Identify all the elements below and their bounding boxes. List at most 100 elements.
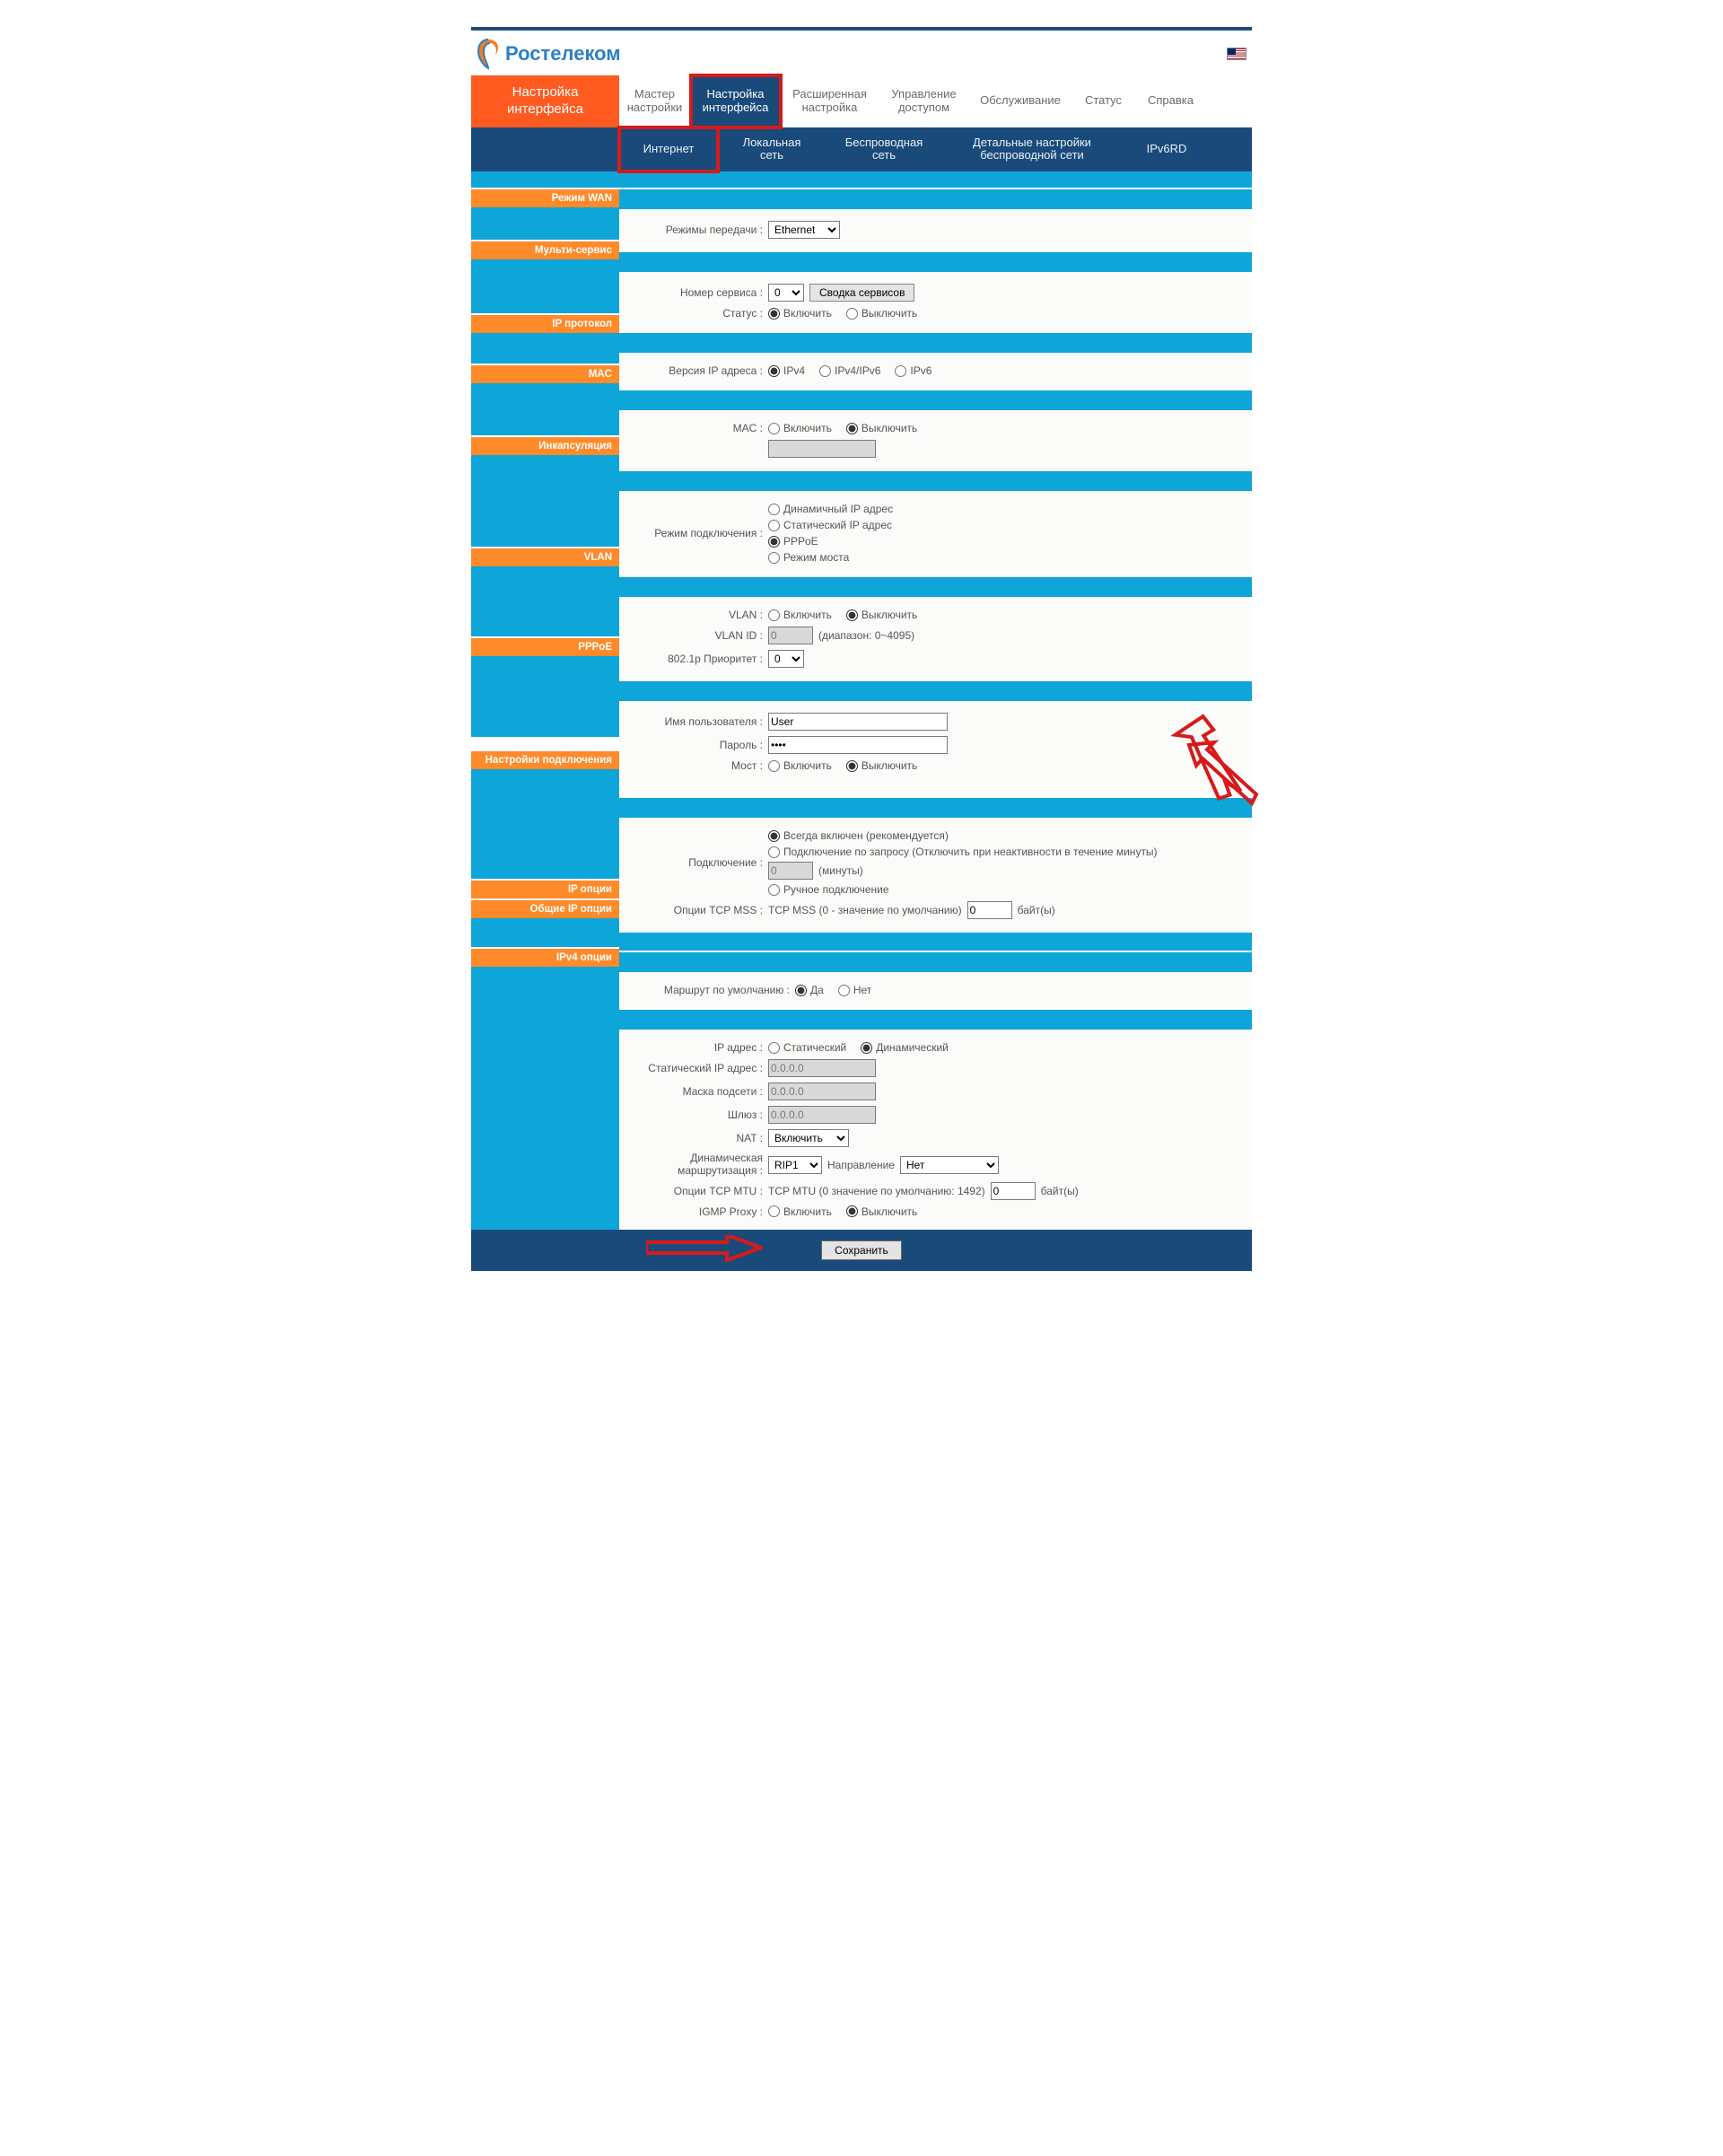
transfer-mode-select[interactable]: Ethernet	[768, 221, 840, 239]
static-ip-input	[768, 1059, 876, 1077]
rostelecom-ear-icon	[477, 38, 500, 70]
section-head-encapsulation: Инкапсуляция	[471, 435, 619, 455]
label-vlan: VLAN :	[628, 609, 763, 621]
service-summary-button[interactable]: Сводка сервисов	[809, 284, 914, 302]
tab-interface-setup[interactable]: Настройкаинтерфейса	[691, 75, 781, 127]
section-head-ip-options: IP опции	[471, 879, 619, 898]
igmp-disable-radio[interactable]: Выключить	[846, 1205, 917, 1218]
conn-always-on-radio[interactable]: Всегда включен (рекомендуется)	[768, 829, 949, 842]
direction-select[interactable]: Нет	[900, 1156, 999, 1174]
content: Режим WAN Мульти-сервис IP протокол MAC …	[471, 171, 1252, 1229]
section-head-multiservice: Мульти-сервис	[471, 240, 619, 259]
connmode-pppoe-radio[interactable]: PPPoE	[768, 535, 818, 548]
ipver-ipv4-radio[interactable]: IPv4	[768, 364, 805, 377]
subtab-wireless[interactable]: Беспроводнаясеть	[826, 127, 942, 172]
ipver-ipv4ipv6-radio[interactable]: IPv4/IPv6	[819, 364, 880, 377]
conn-manual-radio[interactable]: Ручное подключение	[768, 883, 889, 896]
section-head-connection-settings: Настройки подключения	[471, 749, 619, 769]
conn-on-demand-radio[interactable]: Подключение по запросу (Отключить при не…	[768, 846, 1158, 858]
tcp-mss-input[interactable]	[967, 901, 1012, 919]
label-default-route: Маршрут по умолчанию :	[628, 984, 790, 996]
save-button[interactable]: Сохранить	[821, 1240, 902, 1260]
label-service-number: Номер сервиса :	[628, 286, 763, 299]
ipver-ipv6-radio[interactable]: IPv6	[895, 364, 931, 377]
ipaddr-static-radio[interactable]: Статический	[768, 1041, 846, 1054]
bytes-suffix-2: байт(ы)	[1041, 1185, 1079, 1197]
label-mac: MAC :	[628, 422, 763, 434]
tcp-mtu-input[interactable]	[991, 1182, 1036, 1200]
username-input[interactable]	[768, 713, 948, 731]
defroute-yes-radio[interactable]: Да	[795, 984, 824, 996]
label-subnet: Маска подсети :	[628, 1085, 763, 1098]
section-head-ipv4-options: IPv4 опции	[471, 947, 619, 967]
tab-advanced-setup[interactable]: Расширеннаянастройка	[781, 75, 879, 127]
tab-access-management[interactable]: Управлениедоступом	[879, 75, 969, 127]
vlan-range-text: (диапазон: 0~4095)	[818, 629, 914, 642]
label-connection: Подключение :	[628, 856, 763, 869]
label-gateway: Шлюз :	[628, 1109, 763, 1121]
defroute-no-radio[interactable]: Нет	[838, 984, 871, 996]
sidebar: Режим WAN Мульти-сервис IP протокол MAC …	[471, 171, 619, 1229]
rip-select[interactable]: RIP1	[768, 1156, 822, 1174]
section-head-pppoe: PPPoE	[471, 636, 619, 656]
logo-text: Ростелеком	[505, 42, 621, 66]
igmp-enable-radio[interactable]: Включить	[768, 1205, 832, 1218]
label-ip-addr: IP адрес :	[628, 1041, 763, 1054]
label-direction: Направление	[827, 1159, 895, 1171]
bridge-disable-radio[interactable]: Выключить	[846, 759, 917, 772]
status-disable-radio[interactable]: Выключить	[846, 307, 917, 320]
tab-setup-wizard[interactable]: Мастернастройки	[619, 75, 691, 127]
label-password: Пароль :	[628, 739, 763, 751]
mac-input	[768, 440, 876, 458]
label-tcp-mss-options: Опции TCP MSS :	[628, 904, 763, 916]
label-transfer-modes: Режимы передачи :	[628, 223, 763, 236]
vlan-disable-radio[interactable]: Выключить	[846, 609, 917, 621]
bridge-enable-radio[interactable]: Включить	[768, 759, 832, 772]
label-igmp-proxy: IGMP Proxy :	[628, 1205, 763, 1218]
sub-nav: Интернет Локальнаясеть Беспроводнаясеть …	[471, 127, 1252, 172]
label-priority: 802.1p Приоритет :	[628, 653, 763, 665]
language-flag-icon[interactable]	[1227, 48, 1246, 60]
subnet-input	[768, 1082, 876, 1100]
subtab-internet[interactable]: Интернет	[619, 127, 718, 172]
tab-maintenance[interactable]: Обслуживание	[969, 75, 1072, 127]
vlan-enable-radio[interactable]: Включить	[768, 609, 832, 621]
section-head-vlan: VLAN	[471, 547, 619, 566]
page-title: Настройка интерфейса	[471, 75, 619, 127]
label-ip-version: Версия IP адреса :	[628, 364, 763, 377]
status-enable-radio[interactable]: Включить	[768, 307, 832, 320]
section-head-ip-protocol: IP протокол	[471, 313, 619, 333]
service-number-select[interactable]: 0	[768, 284, 804, 302]
nat-select[interactable]: Включить	[768, 1129, 849, 1147]
header-bar: Ростелеком	[471, 31, 1252, 75]
tcp-mtu-text: TCP MTU (0 значение по умолчанию: 1492)	[768, 1185, 985, 1197]
connmode-dynip-radio[interactable]: Динамичный IP адрес	[768, 503, 893, 515]
gateway-input	[768, 1106, 876, 1124]
subtab-ipv6rd[interactable]: IPv6RD	[1122, 127, 1211, 172]
priority-select[interactable]: 0	[768, 650, 804, 668]
tab-help[interactable]: Справка	[1135, 75, 1207, 127]
connmode-bridge-radio[interactable]: Режим моста	[768, 551, 849, 564]
section-head-mac: MAC	[471, 364, 619, 383]
subtab-lan[interactable]: Локальнаясеть	[718, 127, 826, 172]
connmode-statip-radio[interactable]: Статический IP адрес	[768, 519, 892, 531]
tcp-mss-text: TCP MSS (0 - значение по умолчанию)	[768, 904, 962, 916]
section-head-wan: Режим WAN	[471, 188, 619, 207]
subtab-wireless-detail[interactable]: Детальные настройкибеспроводной сети	[942, 127, 1122, 172]
ipaddr-dynamic-radio[interactable]: Динамический	[861, 1041, 949, 1054]
label-bridge: Мост :	[628, 759, 763, 772]
bytes-suffix: байт(ы)	[1018, 904, 1055, 916]
logo: Ростелеком	[477, 38, 621, 70]
label-username: Имя пользователя :	[628, 715, 763, 728]
label-vlan-id: VLAN ID :	[628, 629, 763, 642]
vlan-id-input	[768, 627, 813, 644]
mac-enable-radio[interactable]: Включить	[768, 422, 832, 434]
label-nat: NAT :	[628, 1132, 763, 1144]
label-tcp-mtu-options: Опции TCP MTU :	[628, 1185, 763, 1197]
main-form: Режимы передачи : Ethernet Номер сервиса…	[619, 171, 1252, 1229]
annotation-arrow-icon	[646, 1235, 763, 1262]
tab-status[interactable]: Статус	[1072, 75, 1135, 127]
label-dynamic-routing: Динамическаямаршрутизация :	[628, 1152, 763, 1176]
password-input[interactable]	[768, 736, 948, 754]
mac-disable-radio[interactable]: Выключить	[846, 422, 917, 434]
